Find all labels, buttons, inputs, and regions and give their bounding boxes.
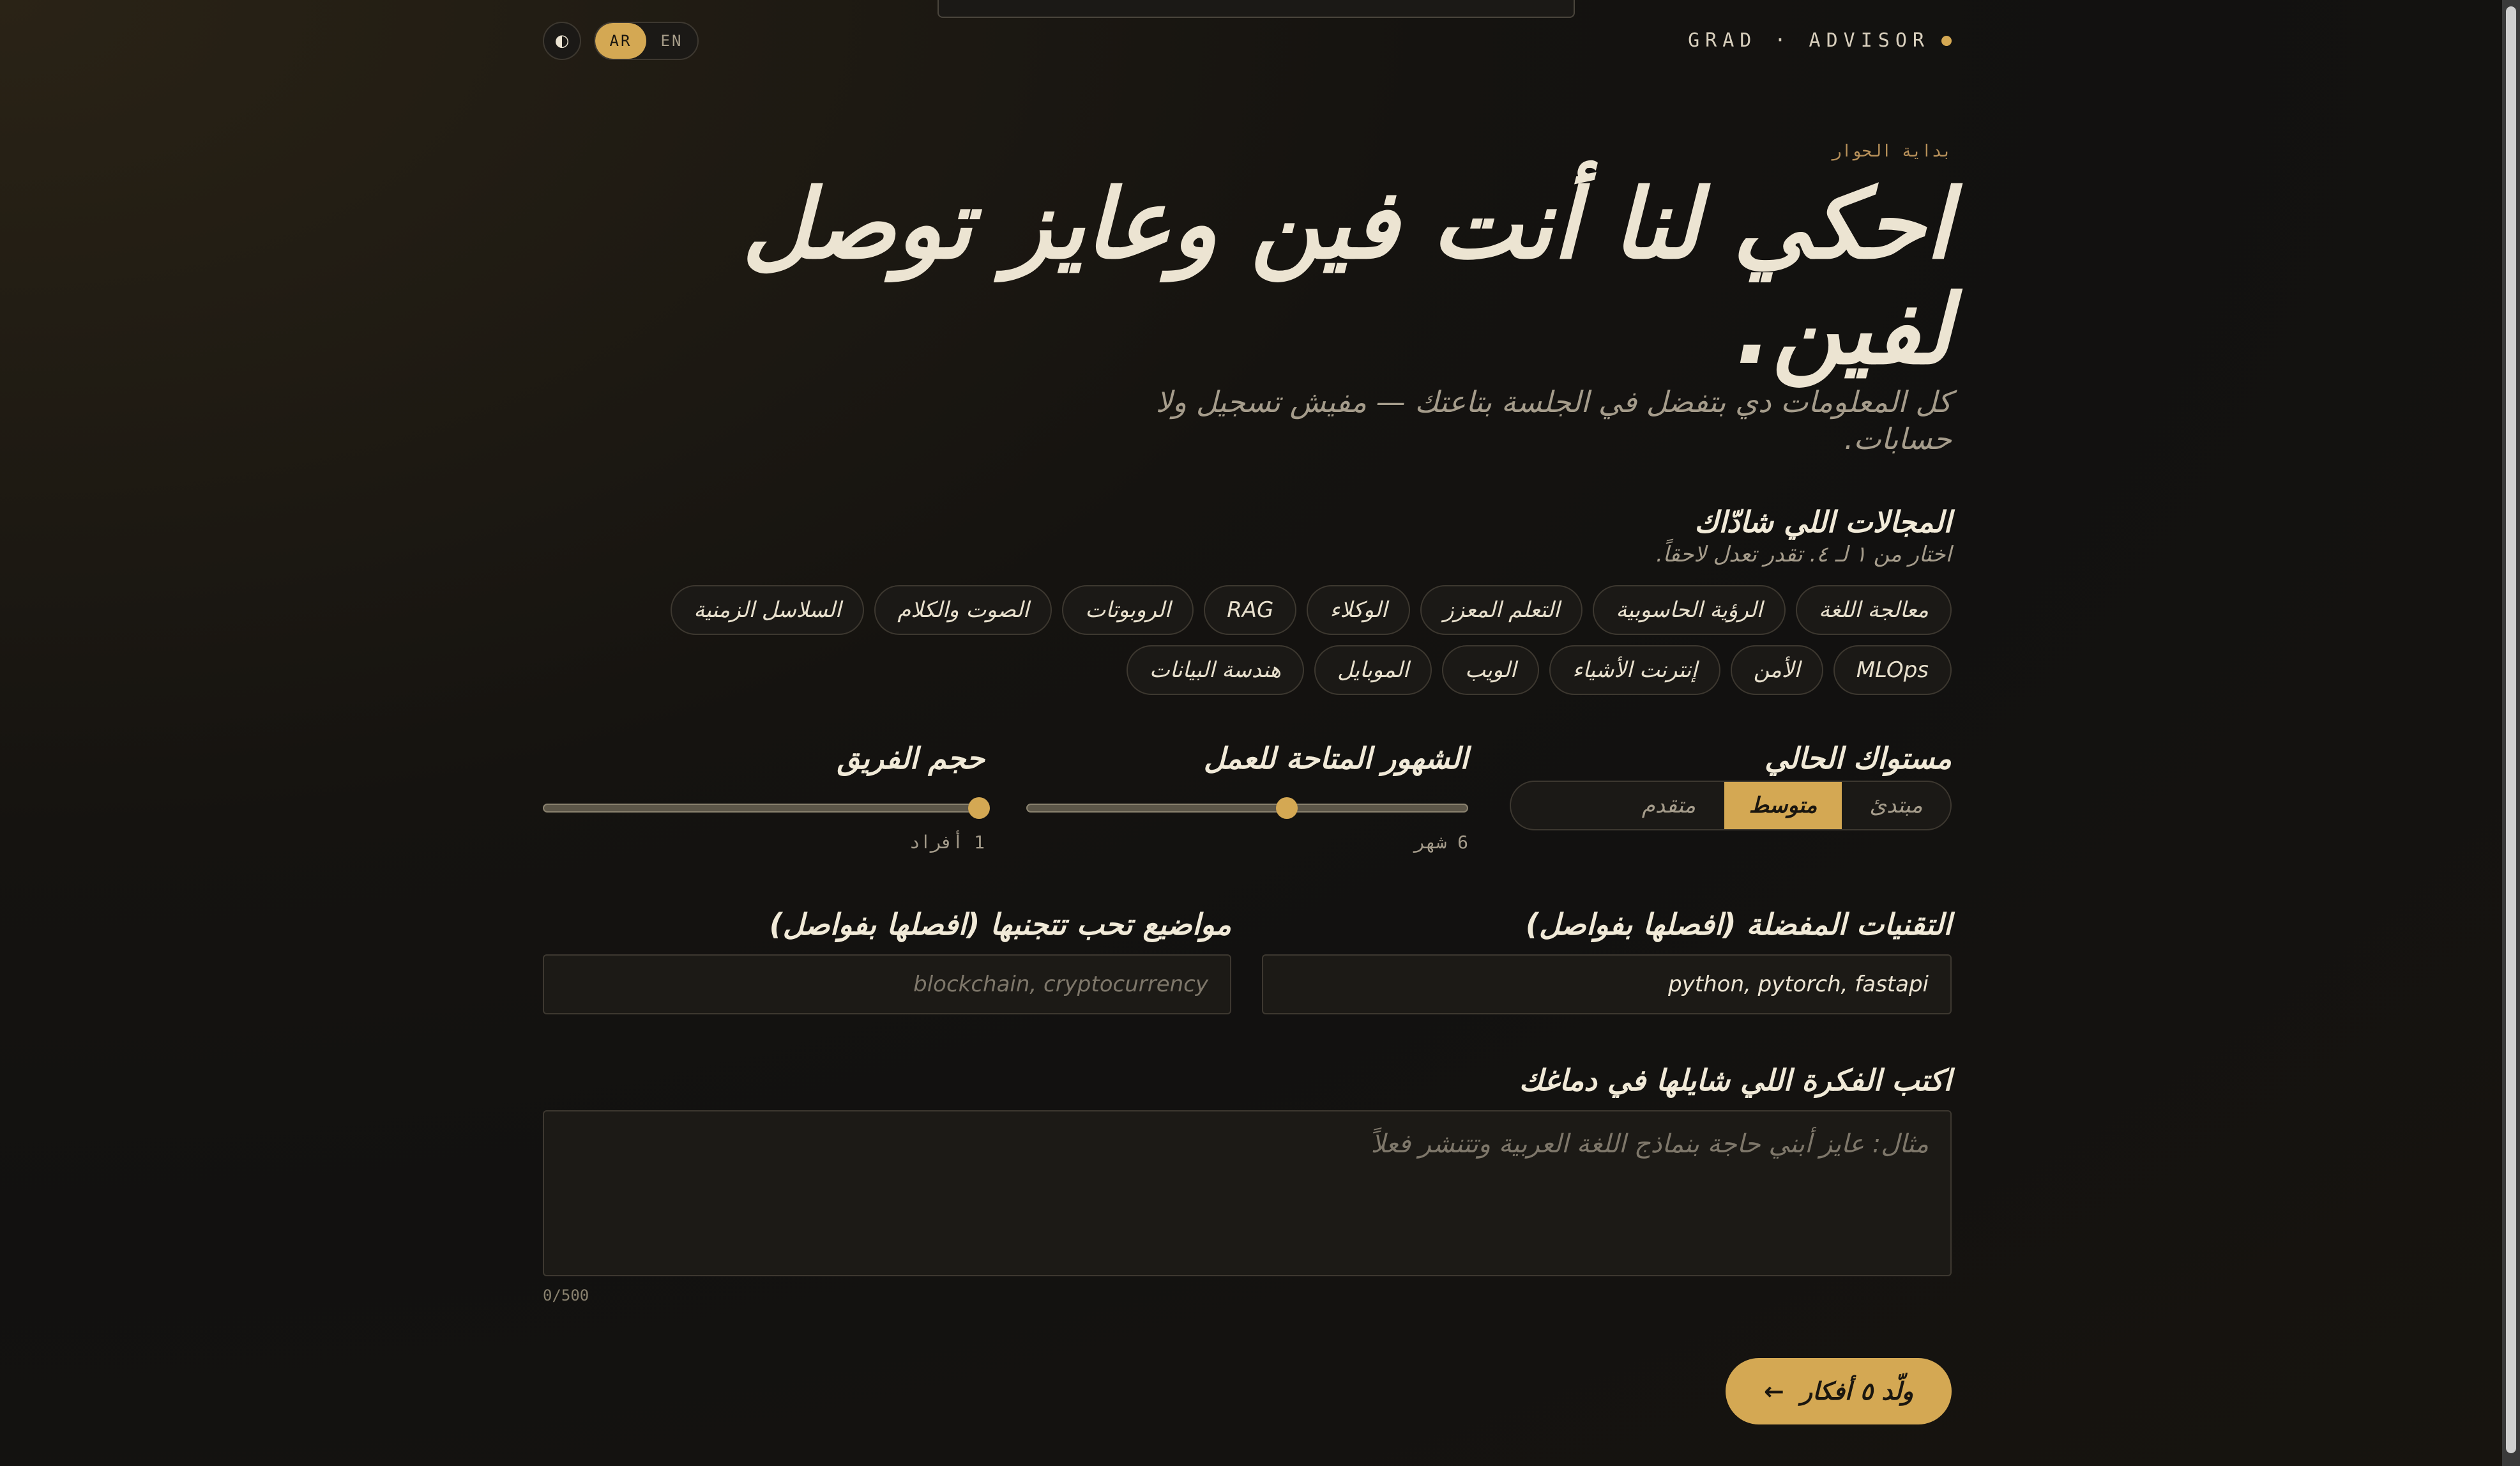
lang-en-button[interactable]: EN <box>646 23 697 59</box>
chip-rag[interactable]: RAG <box>1204 585 1297 635</box>
chip-nlp[interactable]: معالجة اللغة <box>1795 585 1952 635</box>
chip-iot[interactable]: إنترنت الأشياء <box>1549 645 1720 695</box>
interests-hint: اختار من ١ لـ ٤. تقدر تعدل لاحقاً. <box>1655 542 1952 567</box>
brand: GRAD · ADVISOR <box>1688 29 1952 52</box>
chip-reinforcement-learning[interactable]: التعلم المعزز <box>1420 585 1583 635</box>
avoid-topics-label: مواضيع تحب تتجنبها (افصلها بفواصل) <box>769 907 1231 942</box>
avoid-topics-input[interactable]: blockchain, cryptocurrency <box>543 954 1231 1014</box>
level-option-intermediate[interactable]: متوسط <box>1724 782 1842 829</box>
chip-web[interactable]: الويب <box>1442 645 1540 695</box>
chip-robotics[interactable]: الروبوتات <box>1062 585 1194 635</box>
theme-toggle-button[interactable]: ◐ <box>543 22 581 60</box>
chip-security[interactable]: الأمن <box>1730 645 1823 695</box>
chip-time-series[interactable]: السلاسل الزمنية <box>671 585 865 635</box>
level-group: مستواك الحالي مبتدئ متوسط متقدم <box>1510 741 1952 830</box>
page: ◐ AR EN GRAD · ADVISOR بداية الحوار احكي… <box>0 0 2520 1466</box>
language-switcher[interactable]: AR EN <box>594 22 699 60</box>
team-title: حجم الفريق <box>837 741 985 775</box>
level-option-beginner[interactable]: مبتدئ <box>1842 782 1950 829</box>
page-title: احكي لنا أنت فين وعايز توصل لفين. <box>741 169 1952 386</box>
generate-ideas-label: ولّد ٥ أفكار <box>1800 1377 1914 1405</box>
months-slider-thumb[interactable] <box>1275 797 1298 819</box>
chip-computer-vision[interactable]: الرؤية الحاسوبية <box>1593 585 1786 635</box>
hero-eyebrow: بداية الحوار <box>1832 142 1952 161</box>
months-group: الشهور المتاحة للعمل 6 شهر <box>1026 741 1468 853</box>
idea-textarea[interactable]: مثال: عايز أبني حاجة بنماذج اللغة العربي… <box>543 1110 1952 1276</box>
preferred-tech-input[interactable]: python, pytorch, fastapi <box>1262 954 1952 1014</box>
chip-data-engineering[interactable]: هندسة البيانات <box>1126 645 1304 695</box>
team-group: حجم الفريق 1 أفراد <box>543 741 991 853</box>
idea-char-counter: 0/500 <box>543 1287 589 1304</box>
chip-speech[interactable]: الصوت والكلام <box>874 585 1052 635</box>
months-title: الشهور المتاحة للعمل <box>1203 741 1468 775</box>
chip-mobile[interactable]: الموبايل <box>1314 645 1432 695</box>
brand-dot-icon <box>1941 35 1952 46</box>
arrow-left-icon: ← <box>1763 1377 1784 1405</box>
months-value: 6 شهر <box>1414 832 1468 853</box>
scrollbar-thumb[interactable] <box>2506 6 2516 1453</box>
level-segmented-control[interactable]: مبتدئ متوسط متقدم <box>1510 781 1952 830</box>
team-value: 1 أفراد <box>909 832 985 853</box>
chip-mlops[interactable]: MLOps <box>1833 645 1952 695</box>
chip-agents[interactable]: الوكلاء <box>1307 585 1411 635</box>
page-scrollbar[interactable] <box>2502 0 2520 1466</box>
preferred-tech-label: التقنيات المفضلة (افصلها بفواصل) <box>1525 907 1952 942</box>
idea-label: اكتب الفكرة اللي شايلها في دماغك <box>1519 1063 1952 1097</box>
interests-title: المجالات اللي شادّاك <box>1694 505 1952 539</box>
level-title: مستواك الحالي <box>1765 741 1952 775</box>
team-slider[interactable] <box>543 797 991 819</box>
half-circle-icon: ◐ <box>554 31 570 50</box>
level-option-advanced[interactable]: متقدم <box>1613 782 1724 829</box>
top-bar: ◐ AR EN GRAD · ADVISOR <box>543 22 1952 63</box>
months-slider[interactable] <box>1026 797 1468 819</box>
brand-name: GRAD · ADVISOR <box>1688 29 1930 52</box>
main-container: ◐ AR EN GRAD · ADVISOR بداية الحوار احكي… <box>543 0 1952 1466</box>
generate-ideas-button[interactable]: ولّد ٥ أفكار ← <box>1726 1358 1952 1424</box>
page-subtitle: كل المعلومات دي بتفضل في الجلسة بتاعتك —… <box>1155 385 1952 456</box>
settings-row: مستواك الحالي مبتدئ متوسط متقدم الشهور ا… <box>543 741 1952 869</box>
team-slider-thumb[interactable] <box>968 797 991 819</box>
interest-chips: معالجة اللغة الرؤية الحاسوبية التعلم الم… <box>543 585 1952 695</box>
lang-ar-button[interactable]: AR <box>595 23 646 59</box>
